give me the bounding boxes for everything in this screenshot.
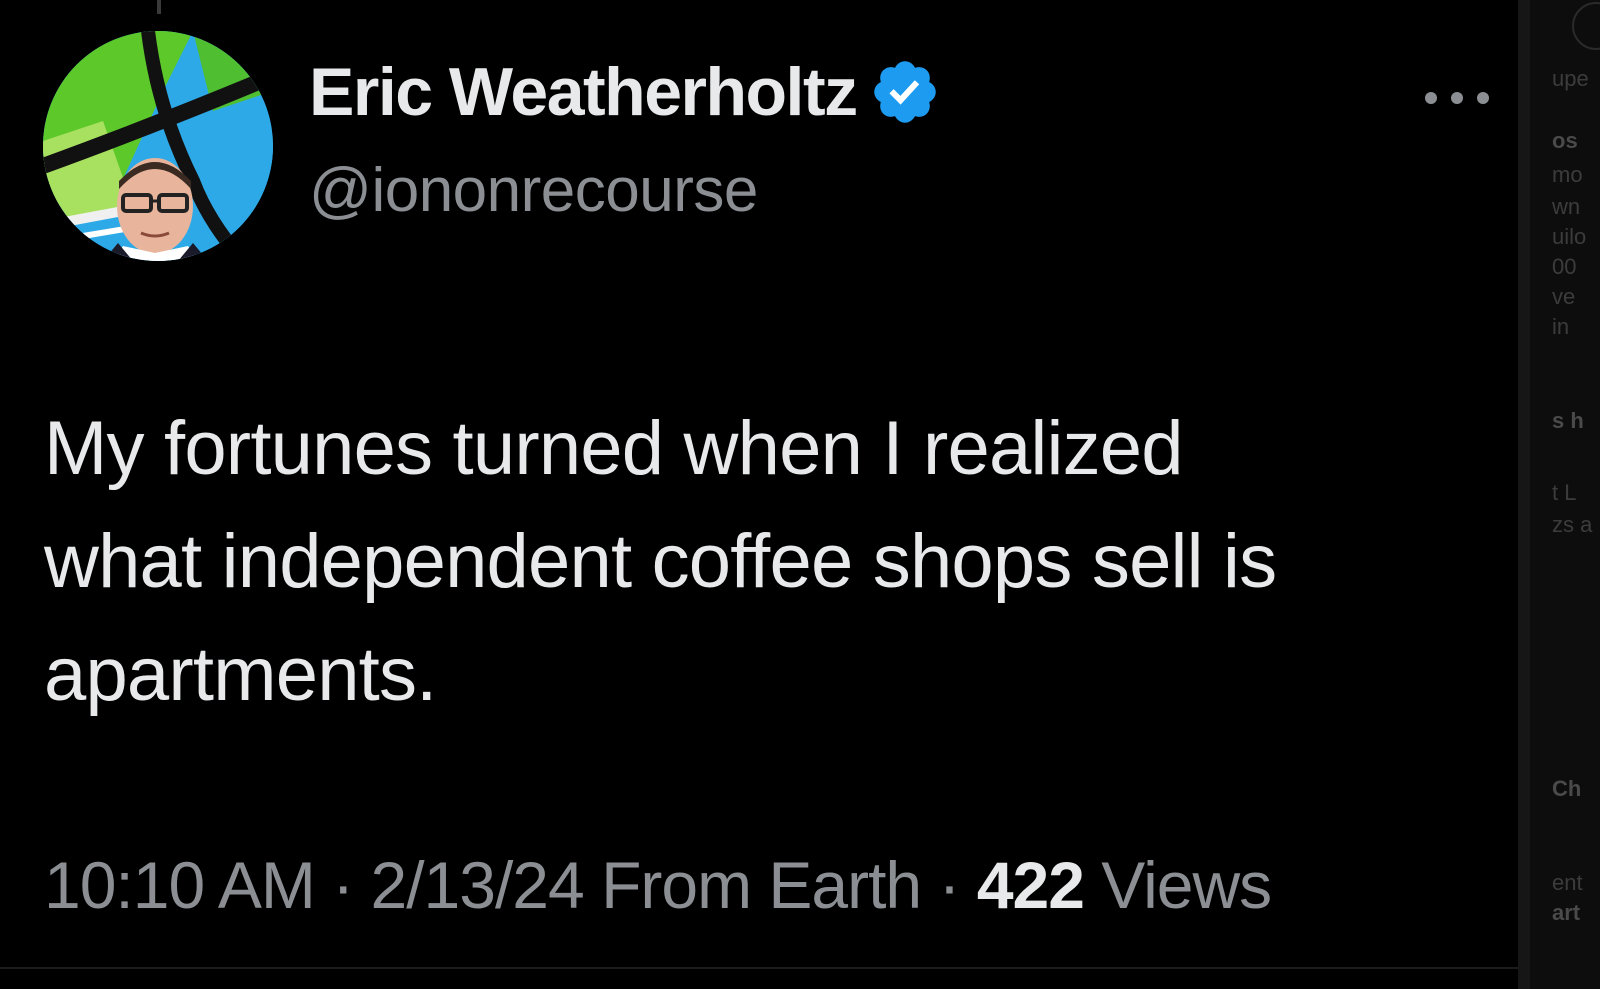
tweet-metadata: 10:10 AM · 2/13/24 From Earth · 422 View…: [44, 852, 1272, 918]
handle[interactable]: @iononrecourse: [309, 160, 758, 222]
views-label[interactable]: Views: [1084, 848, 1272, 922]
sidebar-fragment: upe: [1552, 66, 1589, 91]
verified-badge-icon[interactable]: [869, 56, 941, 128]
tweet-text: My fortunes turned when I realized what …: [44, 406, 1277, 717]
sidebar-fragment: os: [1552, 128, 1578, 153]
tweet-time[interactable]: 10:10 AM: [44, 848, 316, 922]
tweet-card: Eric Weatherholtz @iononrecourse My fort…: [0, 0, 1518, 989]
dot: [1451, 92, 1463, 104]
sidebar-fragment: uilo: [1552, 224, 1587, 249]
divider: [0, 967, 1518, 969]
sidebar-fragment: art: [1552, 900, 1581, 925]
avatar: [1572, 2, 1600, 50]
right-sidebar-edge: upe os mo wn uilo 00 ve in s h t L zs a …: [1518, 0, 1600, 989]
display-name-text[interactable]: Eric Weatherholtz: [309, 58, 858, 126]
sidebar-fragment: 00: [1552, 254, 1577, 279]
tweet-page: Eric Weatherholtz @iononrecourse My fort…: [0, 0, 1600, 989]
sidebar-fragment: t L: [1552, 480, 1577, 505]
display-name[interactable]: Eric Weatherholtz: [309, 56, 941, 128]
avatar[interactable]: [43, 31, 273, 261]
sidebar-fragment: ve: [1552, 284, 1576, 309]
sidebar-fragment: Ch: [1552, 776, 1582, 801]
views-count[interactable]: 422: [977, 848, 1085, 922]
sidebar-fragment: ent: [1552, 870, 1583, 895]
tweet-source: From Earth: [601, 848, 922, 922]
sidebar-fragment: zs a: [1552, 512, 1593, 537]
ellipsis-horizontal-icon[interactable]: [1425, 80, 1489, 116]
dot: [1477, 92, 1489, 104]
separator: ·: [314, 848, 371, 922]
sidebar-fragment: s h: [1552, 408, 1584, 433]
dot: [1425, 92, 1437, 104]
sidebar-fragment: in: [1552, 314, 1570, 339]
sidebar-fragment: mo: [1552, 162, 1583, 187]
separator: ·: [921, 848, 977, 922]
tweet-date[interactable]: 2/13/24: [371, 848, 585, 922]
sidebar-fragment: wn: [1552, 194, 1581, 219]
